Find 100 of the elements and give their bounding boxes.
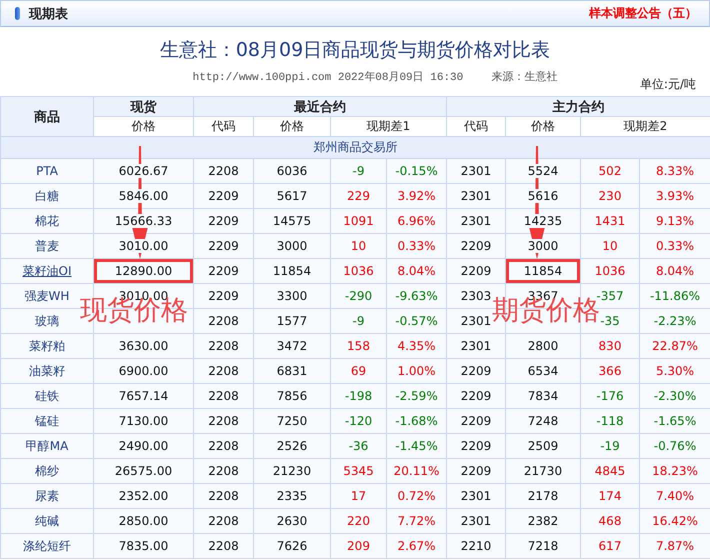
commodity-name: 硅铁 xyxy=(0,384,94,408)
table-cell: 2208 xyxy=(194,534,254,558)
table-cell: 7248 xyxy=(506,408,580,434)
table-cell: 17 xyxy=(330,484,386,508)
column-header: 最近合约 xyxy=(194,96,446,116)
table-cell: 20.11% xyxy=(386,458,446,484)
commodity-name: 锰硅 xyxy=(0,408,94,434)
table-cell: -9.63% xyxy=(386,284,446,308)
table-cell: 2301 xyxy=(446,508,506,534)
table-cell: 2210 xyxy=(446,534,506,558)
table-cell: -19 xyxy=(580,434,640,458)
table-cell: 2209 xyxy=(446,234,506,258)
table-cell: 2509 xyxy=(506,434,580,458)
column-header: 代码 xyxy=(446,116,506,136)
table-cell: 8.33% xyxy=(640,158,710,184)
table-cell: -9 xyxy=(330,158,386,184)
commodity-name: 棉花 xyxy=(0,208,94,234)
table-cell: 3000 xyxy=(506,234,580,258)
table-cell: 7.72% xyxy=(386,508,446,534)
table-cell: -11.86% xyxy=(640,284,710,308)
table-cell: 2335 xyxy=(254,484,330,508)
table-cell: 3000 xyxy=(254,234,330,258)
table-cell: 2.67% xyxy=(386,534,446,558)
report-title: 生意社：08月09日商品现货与期货价格对比表 xyxy=(158,38,552,63)
table-cell: 3300 xyxy=(254,284,330,308)
table-cell: 2352.00 xyxy=(94,484,194,508)
table-cell: 8.04% xyxy=(640,258,710,284)
notice-link[interactable]: 样本调整公告（五） xyxy=(589,5,697,22)
table-cell: 3472 xyxy=(254,334,330,358)
table-cell: 2209 xyxy=(446,408,506,434)
panel-title: 现期表 xyxy=(29,6,68,22)
table-cell: 22.87% xyxy=(640,334,710,358)
table-cell: 1036 xyxy=(330,258,386,284)
table-cell: 468 xyxy=(580,508,640,534)
section-header: 郑州商品交易所 xyxy=(0,136,710,158)
table-cell: 7834 xyxy=(506,384,580,408)
table-cell: 8.04% xyxy=(386,258,446,284)
table-cell: -118 xyxy=(580,408,640,434)
table-cell: -2.59% xyxy=(386,384,446,408)
table-cell: 2209 xyxy=(194,184,254,208)
table-cell: 6831 xyxy=(254,358,330,384)
table-cell: 3010.00 xyxy=(94,234,194,258)
table-cell: 220 xyxy=(330,508,386,534)
table-cell: 15666.33 xyxy=(94,208,194,234)
table-cell: 2208 xyxy=(194,484,254,508)
table-cell: 2526 xyxy=(254,434,330,458)
table-cell: 1431 xyxy=(580,208,640,234)
table-cell: 7.40% xyxy=(640,484,710,508)
table-cell: -2.23% xyxy=(640,308,710,334)
table-cell: 2301 xyxy=(446,158,506,184)
table-cell: -36 xyxy=(330,434,386,458)
table-cell: 2850.00 xyxy=(94,508,194,534)
table-cell: 2800 xyxy=(506,334,580,358)
table-cell: 2208 xyxy=(194,508,254,534)
table-cell: 16.42% xyxy=(640,508,710,534)
table-cell: 5617 xyxy=(254,184,330,208)
table-cell: -0.57% xyxy=(386,308,446,334)
source-label: 来源：生意社 xyxy=(491,69,558,85)
table-cell: 7657.14 xyxy=(94,384,194,408)
table-cell: 14235 xyxy=(506,208,580,234)
commodity-name: 涤纶短纤 xyxy=(0,534,94,558)
table-cell: -0.76% xyxy=(640,434,710,458)
table-cell: 11854 xyxy=(506,258,580,284)
source-line: http://www.100ppi.com 2022年08月09日 16:30 xyxy=(192,70,464,86)
column-header: 代码 xyxy=(194,116,254,136)
column-header: 价格 xyxy=(254,116,330,136)
table-cell: 9.13% xyxy=(640,208,710,234)
table-cell: 0.33% xyxy=(640,234,710,258)
table-cell: 1577 xyxy=(254,308,330,334)
column-header: 商品 xyxy=(0,96,94,136)
column-header: 主力合约 xyxy=(446,96,710,116)
commodity-name: 棉纱 xyxy=(0,458,94,484)
column-header: 价格 xyxy=(94,116,194,136)
table-cell: 12890.00 xyxy=(94,258,194,284)
table-cell: 10 xyxy=(330,234,386,258)
commodity-name: 油菜籽 xyxy=(0,358,94,384)
table-cell: 4845 xyxy=(580,458,640,484)
table-cell: 3.93% xyxy=(640,184,710,208)
table-cell: 6900.00 xyxy=(94,358,194,384)
table-cell: 502 xyxy=(580,158,640,184)
table-cell: 230 xyxy=(580,184,640,208)
table-cell: 3.92% xyxy=(386,184,446,208)
table-cell: 2209 xyxy=(446,384,506,408)
commodity-name: PTA xyxy=(0,158,94,184)
table-cell: 2209 xyxy=(194,234,254,258)
table-cell: 2209 xyxy=(194,208,254,234)
table-cell: 7218 xyxy=(506,534,580,558)
table-cell: 2208 xyxy=(194,434,254,458)
table-cell: 6534 xyxy=(506,358,580,384)
table-cell: 2208 xyxy=(194,308,254,334)
table-cell: 2301 xyxy=(446,484,506,508)
table-cell: 5846.00 xyxy=(94,184,194,208)
table-cell: -290 xyxy=(330,284,386,308)
table-cell: 69 xyxy=(330,358,386,384)
unit-label: 单位:元/吨 xyxy=(640,76,696,93)
table-cell: 2301 xyxy=(446,208,506,234)
table-cell: 1036 xyxy=(580,258,640,284)
table-cell: 2209 xyxy=(194,284,254,308)
table-cell: -1.65% xyxy=(640,408,710,434)
table-cell: 2208 xyxy=(194,384,254,408)
